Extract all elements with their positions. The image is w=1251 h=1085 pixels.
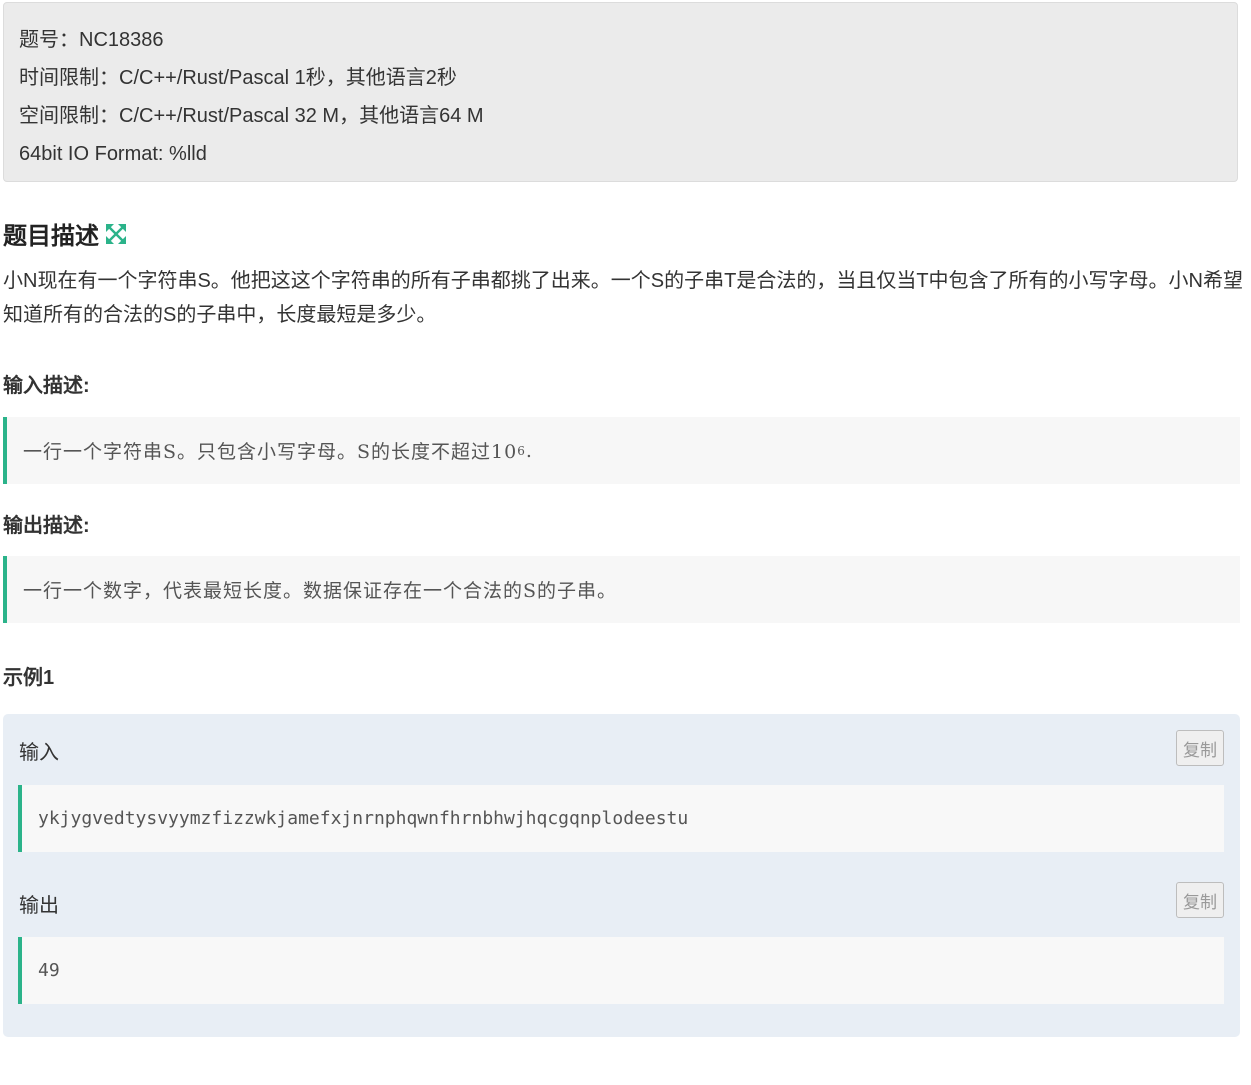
copy-output-button[interactable]: 复制 (1176, 882, 1224, 918)
output-desc-text: 一行一个数字，代表最短长度。数据保证存在一个合法的S的子串。 (23, 580, 618, 602)
problem-description: 小N现在有一个字符串S。他把这这个字符串的所有子串都挑了出来。一个S的子串T是合… (3, 270, 1243, 326)
problem-page: 题号：NC18386 时间限制：C/C++/Rust/Pascal 1秒，其他语… (0, 0, 1251, 1085)
example-panel: 输入 复制 ykjygvedtysvyymzfizzwkjamefxjnrnph… (3, 714, 1240, 1037)
example-title: 示例1 (3, 667, 55, 689)
example-output-label: 输出 (19, 895, 59, 917)
output-desc-box: 一行一个数字，代表最短长度。数据保证存在一个合法的S的子串。 (3, 556, 1240, 623)
example-input-value: ykjygvedtysvyymzfizzwkjamefxjnrnphqwnfhr… (38, 808, 689, 829)
input-desc-text: 一行一个字符串S。只包含小写字母。S的长度不超过10 (23, 441, 518, 463)
input-desc-exponent: 6 (517, 443, 526, 458)
copy-input-button[interactable]: 复制 (1176, 730, 1224, 766)
example-output-value: 49 (38, 960, 60, 981)
problem-id: 题号：NC18386 (19, 29, 164, 51)
example-input-code: ykjygvedtysvyymzfizzwkjamefxjnrnphqwnfhr… (18, 785, 1224, 852)
input-desc-suffix: . (525, 439, 533, 462)
description-heading: 题目描述 (3, 216, 127, 251)
example-input-label: 输入 (19, 742, 59, 764)
description-title: 题目描述 (3, 223, 99, 250)
problem-meta-panel: 题号：NC18386 时间限制：C/C++/Rust/Pascal 1秒，其他语… (3, 2, 1238, 182)
input-desc-title: 输入描述: (3, 375, 90, 397)
example-output-code: 49 (18, 937, 1224, 1004)
io-format: 64bit IO Format: %lld (19, 143, 207, 165)
output-desc-title: 输出描述: (3, 515, 90, 537)
time-limit: 时间限制：C/C++/Rust/Pascal 1秒，其他语言2秒 (19, 67, 457, 89)
expand-icon[interactable] (105, 223, 127, 245)
input-desc-box: 一行一个字符串S。只包含小写字母。S的长度不超过10 6. (3, 417, 1240, 484)
memory-limit: 空间限制：C/C++/Rust/Pascal 32 M，其他语言64 M (19, 105, 484, 127)
